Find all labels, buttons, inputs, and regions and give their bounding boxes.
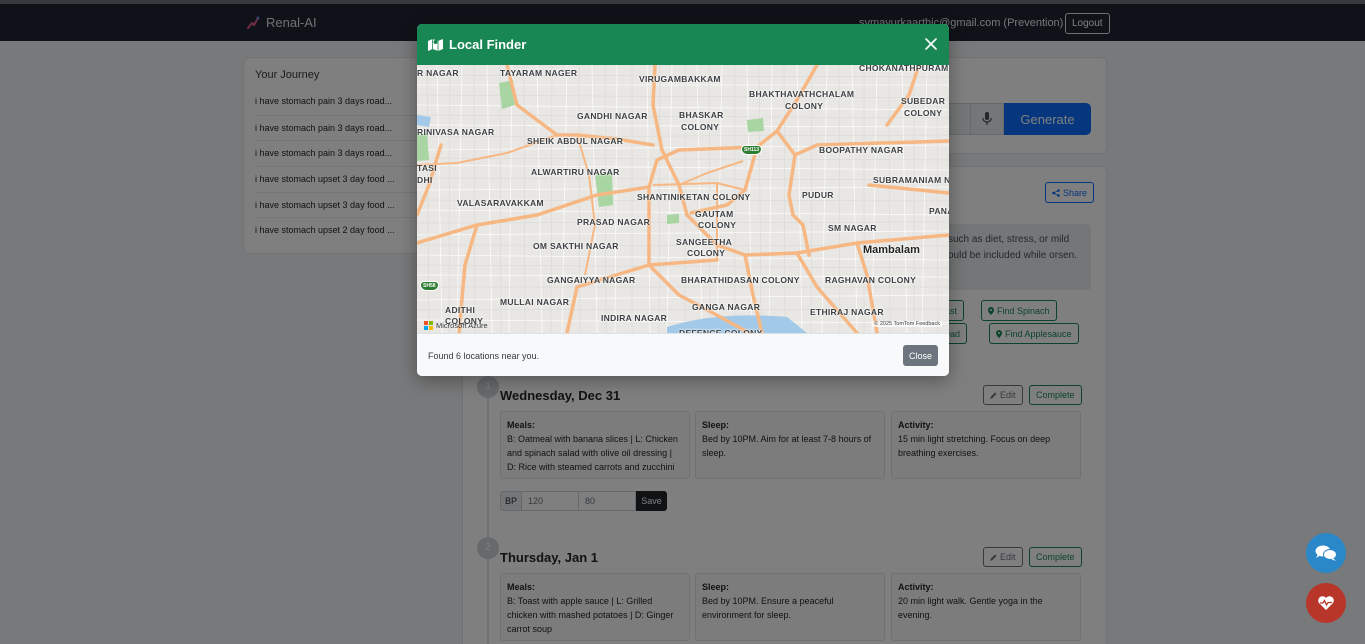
close-icon[interactable] — [922, 35, 940, 53]
map-label: VIRUGAMBAKKAM — [639, 74, 721, 84]
map-provider-logo: Microsoft Azure — [424, 321, 488, 330]
map-label: R NAGAR — [417, 68, 459, 78]
modal-title: Local Finder — [449, 37, 527, 52]
map-label: GANGAIYYA NAGAR — [547, 275, 636, 285]
map-label: BHAKTHAVATHCHALAM — [749, 89, 855, 99]
modal-footer: Found 6 locations near you. Close — [417, 333, 949, 376]
map-label: PANA — [929, 206, 949, 216]
close-button[interactable]: Close — [902, 345, 938, 366]
map-label: VALASARAVAKKAM — [457, 198, 544, 208]
map-label: COLONY — [687, 248, 726, 258]
map-label-city: Mambalam — [863, 244, 920, 256]
map-label: GANGA NAGAR — [692, 302, 761, 312]
map-label: BOOPATHY NAGAR — [819, 145, 904, 155]
map-label: COLONY — [681, 122, 720, 132]
map-label: SHEIK ABDUL NAGAR — [527, 136, 624, 146]
map-label: PRASAD NAGAR — [577, 217, 651, 227]
map-label: ETHIRAJ NAGAR — [810, 307, 884, 317]
map-label: GANDHI NAGAR — [577, 111, 648, 121]
map-label: SANGEETHA — [676, 237, 733, 247]
health-fab-button[interactable] — [1306, 583, 1346, 623]
map-label: BHARATHIDASAN COLONY — [681, 275, 800, 285]
heart-pulse-icon — [1318, 596, 1334, 610]
map-label: ALWARTIRU NAGAR — [531, 167, 620, 177]
map-label: DHI — [417, 175, 433, 185]
map-label: COLONY — [698, 220, 737, 230]
map-label: SHANTINIKETAN COLONY — [637, 192, 751, 202]
map-label: SUBEDAR — [901, 96, 946, 106]
chat-bubbles-icon — [1315, 545, 1337, 561]
microsoft-logo-icon — [424, 321, 433, 330]
map-attribution[interactable]: © 2025 TomTom Feedback — [872, 321, 942, 327]
map-label: GAUTAM — [695, 209, 734, 219]
map-label: CHOKANATHPURAM — [859, 65, 949, 73]
modal-header: Local Finder — [417, 24, 949, 65]
map-provider-name: Microsoft Azure — [436, 321, 488, 330]
map-label: BHASKAR — [679, 110, 724, 120]
map-label: TAYARAM NAGER — [500, 68, 578, 78]
map-label: RAGHAVAN COLONY — [825, 275, 917, 285]
map-label: INDIRA NAGAR — [601, 313, 668, 323]
highway-shield: SH58 — [420, 281, 439, 291]
local-finder-modal: Local Finder CHOKANATHPURAM TAYARAM NAGE… — [417, 24, 949, 376]
highway-shield: SH113 — [741, 145, 763, 155]
map-label: MULLAI NAGAR — [500, 297, 570, 307]
map-label: OM SAKTHI NAGAR — [533, 241, 619, 251]
map-label: RINIVASA NAGAR — [417, 127, 495, 137]
map-label: COLONY — [904, 108, 943, 118]
chat-fab-button[interactable] — [1306, 533, 1346, 573]
map-label: TASI — [417, 163, 437, 173]
found-locations-text: Found 6 locations near you. — [428, 351, 540, 361]
map-icon — [428, 39, 443, 51]
map-view[interactable]: CHOKANATHPURAM TAYARAM NAGER VIRUGAMBAKK… — [417, 65, 949, 357]
map-label: ADITHI — [445, 305, 476, 315]
map-label: SM NAGAR — [828, 223, 877, 233]
map-label: COLONY — [785, 101, 824, 111]
map-label: PUDUR — [802, 190, 834, 200]
map-label: SUBRAMANIAM NA — [873, 175, 949, 185]
